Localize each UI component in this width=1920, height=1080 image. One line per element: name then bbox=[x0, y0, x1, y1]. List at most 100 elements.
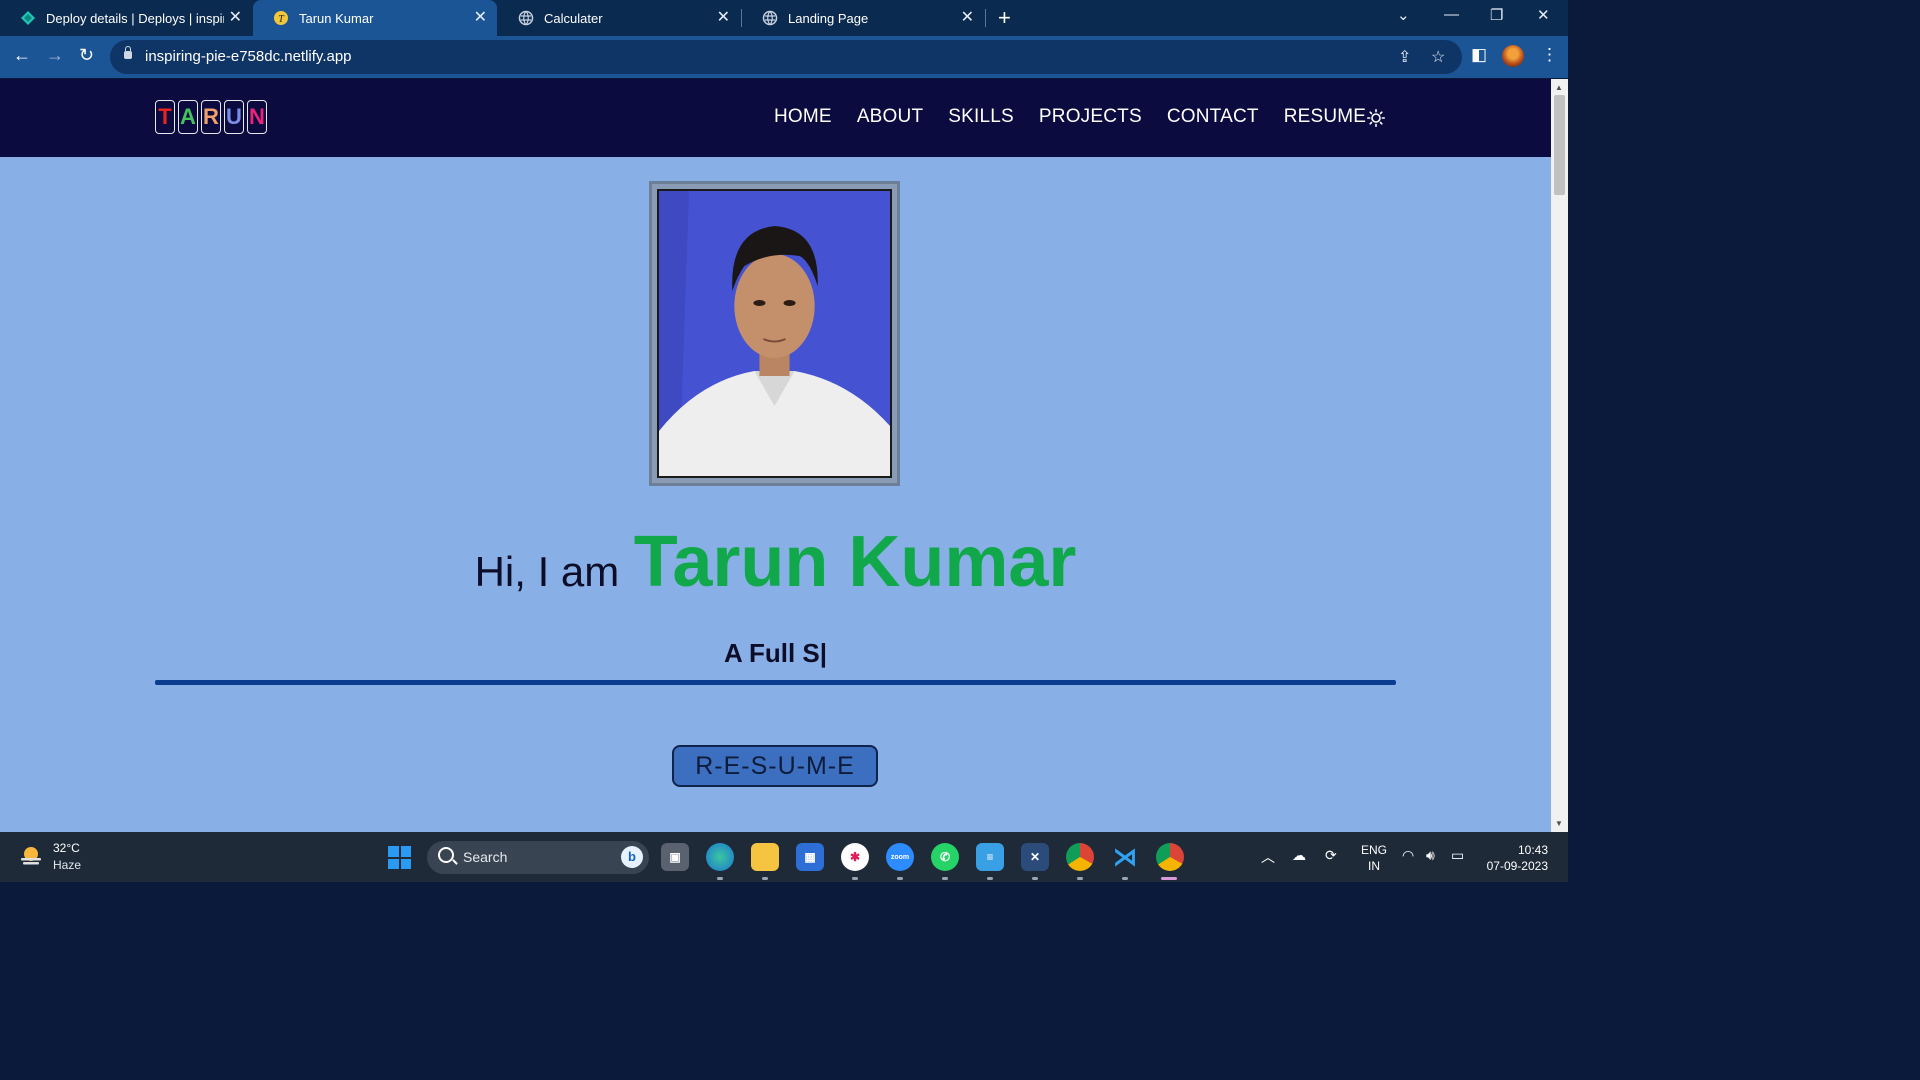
resume-button[interactable]: R-E-S-U-M-E bbox=[672, 745, 878, 787]
site-logo[interactable]: TARUN bbox=[155, 100, 267, 134]
running-indicator bbox=[1122, 877, 1128, 880]
active-app-indicator bbox=[1161, 877, 1177, 880]
reload-icon[interactable]: ↻ bbox=[79, 45, 94, 66]
tab-title: Tarun Kumar bbox=[299, 10, 374, 26]
address-bar[interactable]: inspiring-pie-e758dc.netlify.app ⇪ ☆ bbox=[110, 40, 1462, 74]
weather-haze-icon[interactable] bbox=[18, 843, 44, 869]
microsoft-store-icon[interactable]: ▦ bbox=[796, 843, 824, 871]
vscode-icon[interactable]: ⋊ bbox=[1111, 843, 1139, 871]
volume-icon[interactable]: 🔊︎ bbox=[1426, 847, 1435, 864]
close-tab-icon[interactable]: ✕ bbox=[474, 9, 487, 27]
taskbar-clock[interactable]: 10:43 07-09-2023 bbox=[1484, 842, 1548, 874]
language-indicator[interactable]: ENG IN bbox=[1361, 842, 1387, 874]
close-tab-icon[interactable]: ✕ bbox=[961, 9, 974, 27]
running-indicator bbox=[717, 877, 723, 880]
weather-temperature[interactable]: 32°C bbox=[53, 841, 80, 855]
running-indicator bbox=[987, 877, 993, 880]
browser-toolbar: ← → ↻ inspiring-pie-e758dc.netlify.app ⇪… bbox=[0, 36, 1568, 78]
logo-letter: R bbox=[201, 100, 221, 134]
wifi-icon[interactable]: ◠ bbox=[1402, 847, 1414, 864]
zoom-icon[interactable]: zoom bbox=[886, 843, 914, 871]
nav-links: HOME ABOUT SKILLS PROJECTS CONTACT RESUM… bbox=[774, 106, 1391, 128]
netlify-favicon-icon bbox=[20, 10, 36, 26]
whatsapp-icon[interactable]: ✆ bbox=[931, 843, 959, 871]
hero-name: Tarun Kumar bbox=[633, 522, 1077, 602]
new-tab-icon[interactable]: + bbox=[998, 5, 1011, 31]
nav-skills[interactable]: SKILLS bbox=[948, 106, 1014, 128]
chrome-profile-icon[interactable] bbox=[1156, 843, 1184, 871]
minimize-icon[interactable]: — bbox=[1444, 6, 1459, 23]
globe-icon bbox=[518, 10, 534, 26]
portfolio-page: TARUN HOME ABOUT SKILLS PROJECTS CONTACT… bbox=[0, 79, 1551, 832]
bing-icon[interactable]: b bbox=[621, 846, 643, 868]
logo-letter: A bbox=[178, 100, 198, 134]
logo-letter: U bbox=[224, 100, 244, 134]
nav-home[interactable]: HOME bbox=[774, 106, 832, 128]
onedrive-cloud-icon[interactable]: ☁ bbox=[1292, 847, 1306, 864]
sun-icon[interactable] bbox=[1367, 109, 1386, 128]
running-indicator bbox=[1032, 877, 1038, 880]
task-view-icon[interactable]: ▣ bbox=[661, 843, 689, 871]
search-icon bbox=[438, 847, 454, 863]
logo-letter: T bbox=[155, 100, 175, 134]
tab-title: Deploy details | Deploys | inspiring bbox=[46, 10, 224, 26]
search-label: Search bbox=[463, 849, 508, 865]
forward-arrow-icon[interactable]: → bbox=[46, 45, 64, 66]
taskbar-search[interactable]: Search b bbox=[427, 841, 649, 874]
chrome-icon[interactable] bbox=[1066, 843, 1094, 871]
slack-icon[interactable]: ✱ bbox=[841, 843, 869, 871]
side-panel-icon[interactable]: ◧ bbox=[1471, 45, 1487, 65]
url-text[interactable]: inspiring-pie-e758dc.netlify.app bbox=[145, 48, 352, 65]
restore-icon[interactable]: ❐ bbox=[1490, 6, 1503, 24]
typed-tagline: A Full S| bbox=[723, 638, 828, 668]
windows-start-icon[interactable] bbox=[388, 846, 411, 869]
browser-menu-icon[interactable]: ⋮ bbox=[1541, 45, 1558, 65]
close-tab-icon[interactable]: ✕ bbox=[229, 9, 242, 27]
browser-tab-strip: Deploy details | Deploys | inspiring ✕ T… bbox=[0, 0, 1568, 36]
weather-description[interactable]: Haze bbox=[53, 858, 81, 872]
nav-about[interactable]: ABOUT bbox=[857, 106, 923, 128]
tab-search-chevron-icon[interactable]: ⌄ bbox=[1397, 6, 1410, 24]
close-window-icon[interactable]: ✕ bbox=[1537, 6, 1550, 24]
close-tab-icon[interactable]: ✕ bbox=[717, 9, 730, 27]
file-explorer-icon[interactable] bbox=[751, 843, 779, 871]
profile-photo-frame bbox=[649, 181, 900, 486]
site-navbar: TARUN HOME ABOUT SKILLS PROJECTS CONTACT… bbox=[0, 79, 1551, 157]
tab-landing-page[interactable]: Landing Page ✕ bbox=[742, 0, 984, 36]
chevron-up-icon[interactable]: ︿ bbox=[1261, 847, 1275, 867]
tab-title: Calculater bbox=[544, 10, 603, 26]
page-scrollbar[interactable]: ▲ ▼ bbox=[1551, 79, 1568, 832]
scroll-up-icon[interactable]: ▲ bbox=[1555, 83, 1563, 92]
lock-icon bbox=[124, 46, 132, 59]
back-arrow-icon[interactable]: ← bbox=[13, 45, 31, 66]
greeting-text: Hi, I am bbox=[474, 548, 620, 595]
bookmark-star-icon[interactable]: ☆ bbox=[1431, 47, 1445, 67]
windows-taskbar: 32°C Haze Search b ▣ ▦ ✱ zoom ✆ ≡ ✕ ⋊ ︿ … bbox=[0, 832, 1568, 882]
scroll-down-icon[interactable]: ▼ bbox=[1555, 819, 1563, 828]
sync-icon[interactable]: ⟳ bbox=[1325, 847, 1337, 864]
tab-title: Landing Page bbox=[788, 10, 869, 26]
notepad-icon[interactable]: ≡ bbox=[976, 843, 1004, 871]
site-favicon-icon: T bbox=[273, 10, 289, 26]
clock-date: 07-09-2023 bbox=[1486, 859, 1548, 873]
running-indicator bbox=[852, 877, 858, 880]
scrollbar-thumb[interactable] bbox=[1554, 95, 1565, 195]
running-indicator bbox=[1077, 877, 1083, 880]
tab-tarun-kumar[interactable]: T Tarun Kumar ✕ bbox=[253, 0, 497, 36]
running-indicator bbox=[762, 877, 768, 880]
profile-avatar[interactable] bbox=[1502, 45, 1524, 67]
tab-deploy-details[interactable]: Deploy details | Deploys | inspiring ✕ bbox=[0, 0, 252, 36]
language-code: ENG bbox=[1361, 843, 1388, 857]
battery-icon[interactable]: ▭ bbox=[1451, 847, 1464, 864]
edge-browser-icon[interactable] bbox=[706, 843, 734, 871]
nav-contact[interactable]: CONTACT bbox=[1167, 106, 1259, 128]
hero-greeting: Hi, I am Tarun Kumar bbox=[0, 521, 1551, 603]
share-icon[interactable]: ⇪ bbox=[1398, 47, 1411, 67]
nav-projects[interactable]: PROJECTS bbox=[1039, 106, 1142, 128]
tab-calculater[interactable]: Calculater ✕ bbox=[498, 0, 740, 36]
logo-letter: N bbox=[247, 100, 267, 134]
globe-icon bbox=[762, 10, 778, 26]
vpn-app-icon[interactable]: ✕ bbox=[1021, 843, 1049, 871]
running-indicator bbox=[897, 877, 903, 880]
nav-resume[interactable]: RESUME bbox=[1284, 106, 1367, 128]
